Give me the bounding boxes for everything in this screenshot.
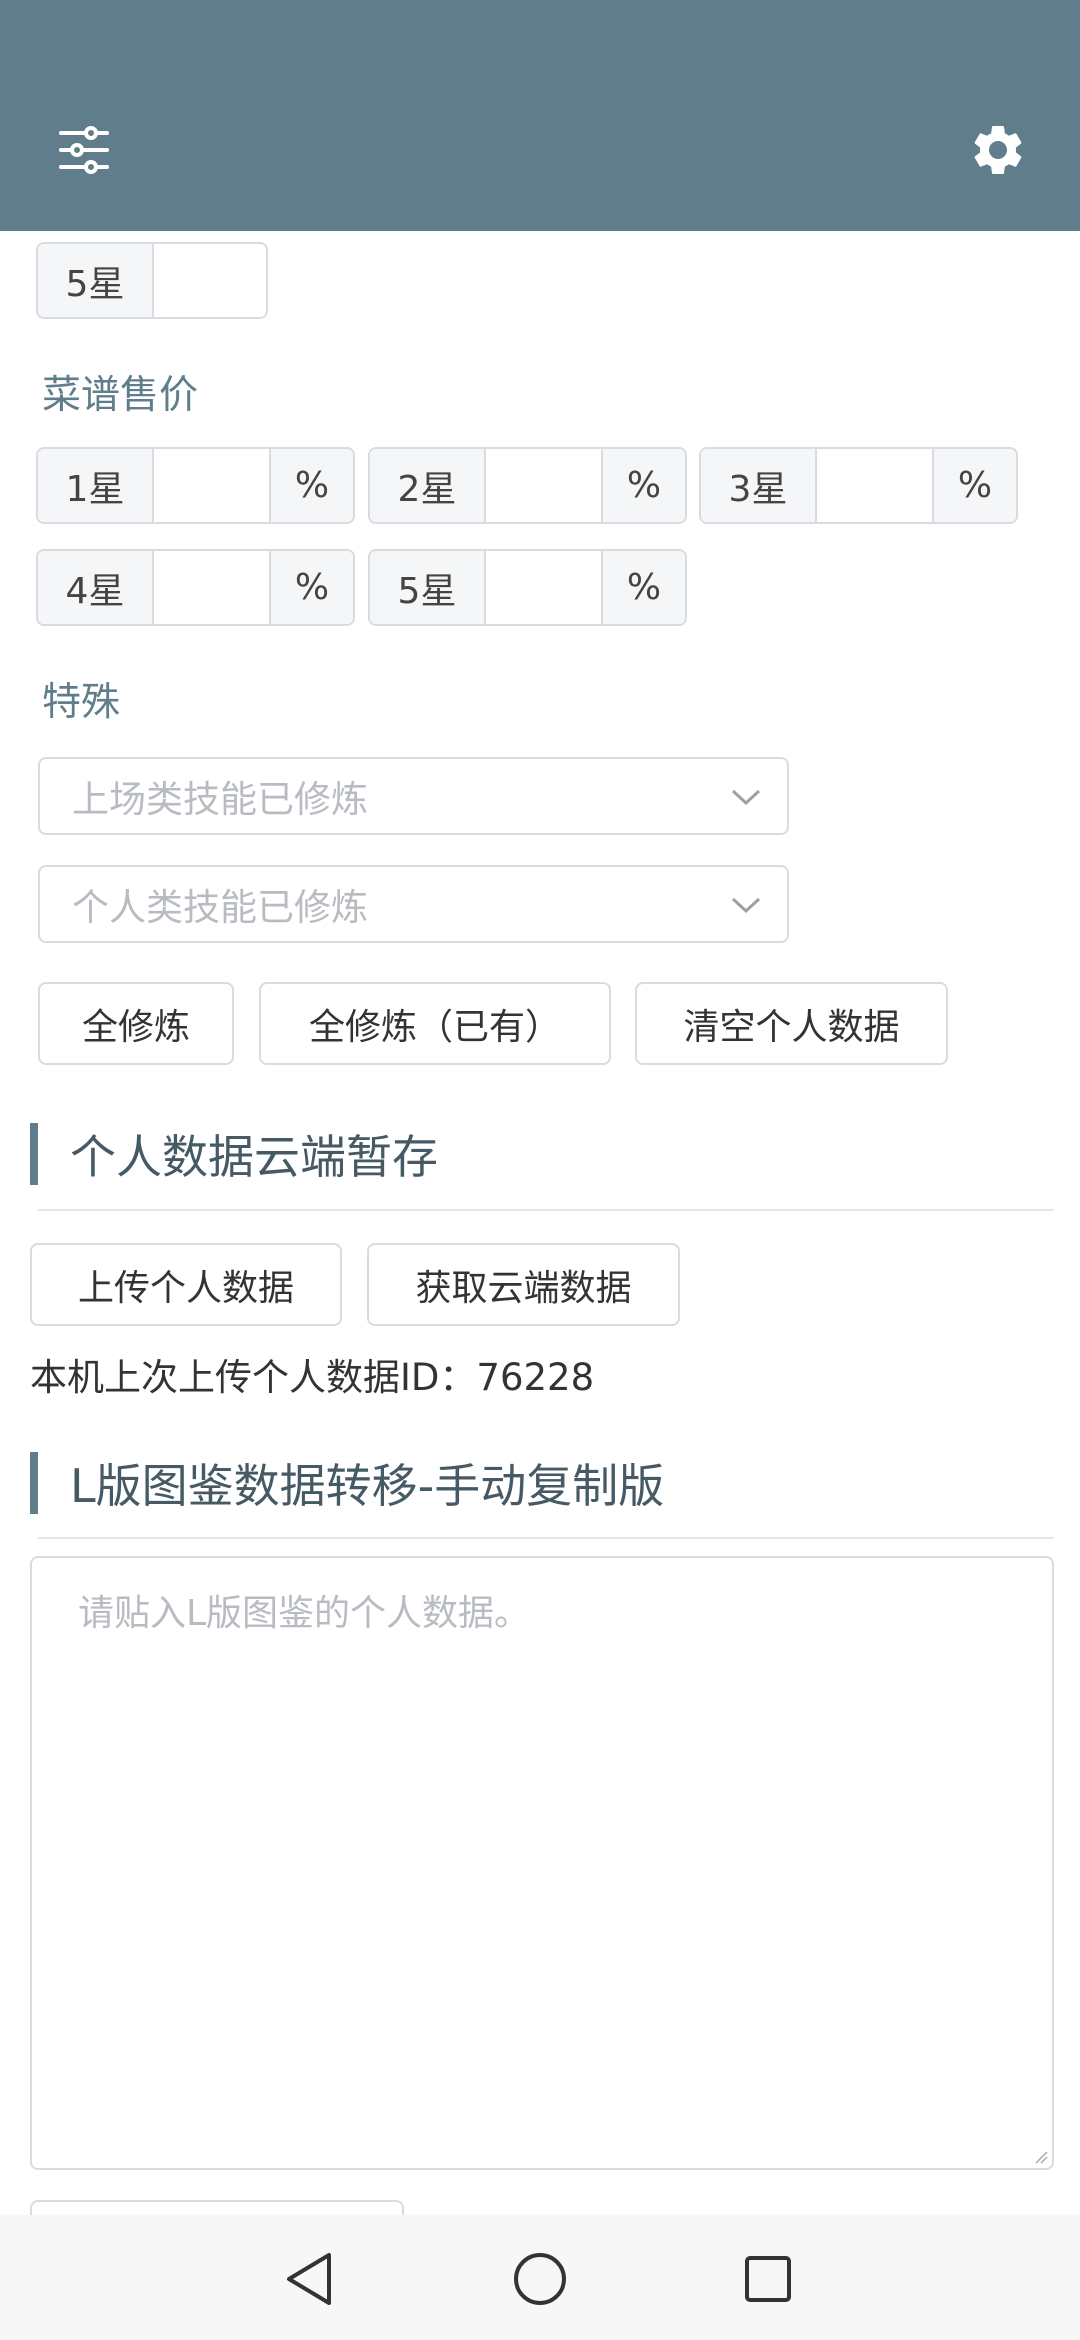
recipe-price-star4-group: 4星 % [36,549,355,626]
recents-square-icon [745,2256,791,2302]
upload-personal-data-button[interactable]: 上传个人数据 [30,1243,342,1326]
recipe-price-star3-group: 3星 % [699,447,1018,524]
special-label: 特殊 [42,680,121,725]
transfer-divider [38,1537,1054,1539]
cloud-divider [38,1209,1054,1211]
recipe-price-star5-group: 5星 % [368,549,687,626]
fetch-cloud-data-button[interactable]: 获取云端数据 [367,1243,680,1326]
page: 5星 菜谱售价 1星 % 2星 % 3星 % 4星 % 5星 % 特殊 上场类技… [0,0,1080,2340]
top-star5-label: 5星 [38,244,154,317]
onfield-skill-select[interactable]: 上场类技能已修炼 [38,757,789,835]
recipe-price-star2-group: 2星 % [368,447,687,524]
star2-unit: % [601,449,685,522]
recipe-price-star1-group: 1星 % [36,447,355,524]
star5-unit: % [601,551,685,624]
star3-unit: % [932,449,1016,522]
transfer-textarea-placeholder: 请贴入L版图鉴的个人数据。 [78,1593,531,1634]
star4-unit: % [269,551,353,624]
star1-label: 1星 [38,449,154,522]
filter-button[interactable] [44,110,124,190]
star2-label: 2星 [370,449,486,522]
star4-label: 4星 [38,551,154,624]
gear-icon [974,125,1022,174]
all-train-owned-button[interactable]: 全修炼（已有） [259,982,611,1065]
star3-price-input[interactable] [817,449,932,522]
transfer-section-title: L版图鉴数据转移-手动复制版 [30,1452,1054,1514]
home-circle-icon [514,2253,566,2305]
top-star5-input[interactable] [154,244,266,317]
system-nav-bar [0,2215,1080,2340]
resize-grip-icon[interactable] [1034,2150,1048,2164]
app-header [0,0,1080,231]
last-upload-id-text: 本机上次上传个人数据ID：76228 [30,1356,595,1399]
clear-personal-data-button[interactable]: 清空个人数据 [635,982,948,1065]
nav-recents-button[interactable] [728,2239,808,2319]
star1-price-input[interactable] [154,449,269,522]
settings-button[interactable] [958,110,1038,190]
onfield-skill-placeholder: 上场类技能已修炼 [72,778,368,821]
chevron-down-icon [731,897,761,914]
personal-skill-placeholder: 个人类技能已修炼 [72,886,368,929]
transfer-data-textarea[interactable]: 请贴入L版图鉴的个人数据。 [30,1556,1054,2170]
all-train-button[interactable]: 全修炼 [38,982,234,1065]
back-triangle-icon [287,2253,331,2305]
star2-price-input[interactable] [486,449,601,522]
star1-unit: % [269,449,353,522]
top-star5-input-group: 5星 [36,242,268,319]
chevron-down-icon [731,789,761,806]
nav-back-button[interactable] [269,2239,349,2319]
sliders-icon [59,126,109,174]
personal-skill-select[interactable]: 个人类技能已修炼 [38,865,789,943]
star5-price-input[interactable] [486,551,601,624]
cloud-section-title: 个人数据云端暂存 [30,1123,1054,1185]
star3-label: 3星 [701,449,817,522]
star5-label: 5星 [370,551,486,624]
star4-price-input[interactable] [154,551,269,624]
recipe-price-label: 菜谱售价 [42,373,199,418]
nav-home-button[interactable] [500,2239,580,2319]
